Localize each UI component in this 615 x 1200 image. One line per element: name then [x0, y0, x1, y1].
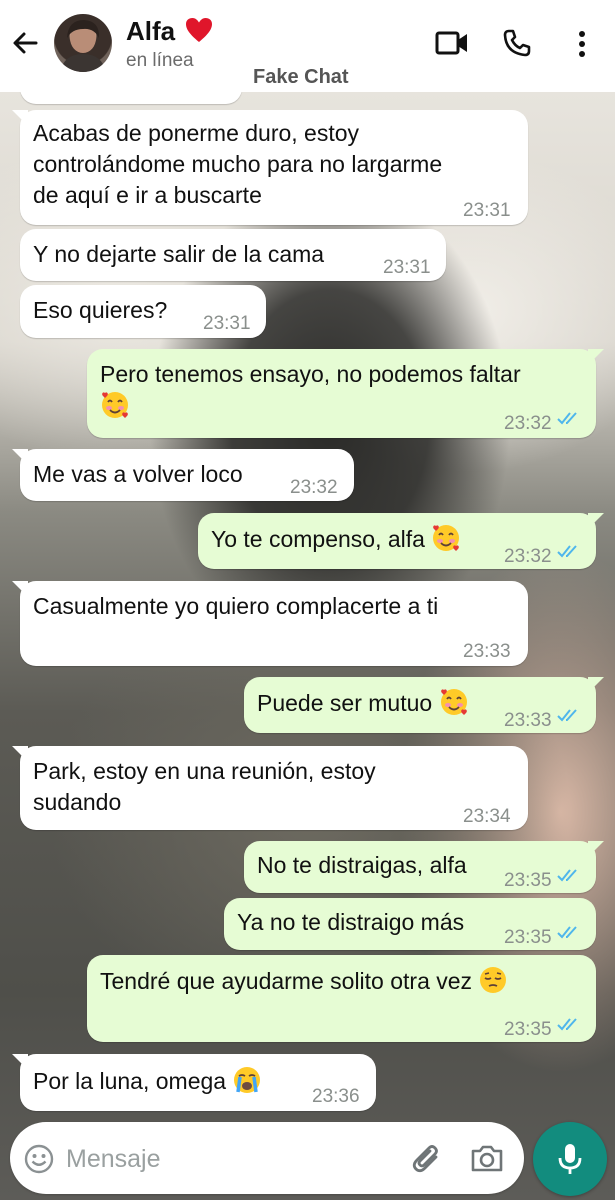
message-time: 23:33	[463, 641, 511, 662]
avatar-photo	[60, 20, 106, 72]
message-text: Tendré que ayudarme solito otra vez	[100, 965, 508, 997]
message-bubble-incoming[interactable]: Eso quieres? 23:31	[20, 285, 266, 338]
chat-header: Alfa en línea Fake Chat	[0, 0, 615, 92]
bubble-tail	[588, 677, 604, 693]
pensive-face-emoji	[480, 967, 507, 993]
message-bubble-incoming[interactable]: Por la luna, omega 23:36	[12, 1054, 376, 1111]
message-time: 23:33	[504, 710, 552, 731]
message-text: Ya no te distraigo más	[237, 909, 465, 935]
message-bubble-outgoing[interactable]: Tendré que ayudarme solito otra vez 23:3…	[87, 955, 596, 1042]
message-bubble-clipped	[20, 92, 242, 104]
message-time: 23:31	[203, 313, 251, 334]
message-time: 23:35	[504, 1019, 552, 1040]
camera-icon[interactable]	[470, 1142, 504, 1174]
message-input[interactable]	[66, 1142, 396, 1176]
message-time: 23:32	[504, 413, 552, 434]
bubble-tail	[588, 349, 604, 365]
message-text: Eso quieres?	[33, 297, 168, 323]
voice-message-button[interactable]	[533, 1122, 607, 1196]
read-receipt-icon	[557, 1018, 577, 1031]
emoji-picker-icon[interactable]	[24, 1144, 54, 1174]
video-call-icon[interactable]	[435, 30, 469, 56]
message-text: Acabas de ponerme duro, estoy controlánd…	[33, 120, 443, 208]
smiling-face-with-hearts-emoji	[440, 689, 467, 715]
avatar[interactable]	[54, 14, 112, 72]
read-receipt-icon	[557, 412, 577, 425]
read-receipt-icon	[557, 869, 577, 882]
loudly-crying-face-emoji	[234, 1067, 261, 1093]
message-text: No te distraigas, alfa	[257, 852, 467, 878]
message-text: Pero tenemos ensayo, no podemos faltar	[100, 359, 521, 422]
smiling-face-with-hearts-emoji	[102, 392, 128, 418]
phone-icon[interactable]	[502, 28, 532, 58]
message-time: 23:31	[463, 200, 511, 221]
smiling-face-with-hearts-emoji	[433, 525, 460, 551]
heart-icon	[186, 18, 212, 42]
message-time: 23:31	[383, 257, 431, 278]
read-receipt-icon	[557, 545, 577, 558]
message-time: 23:32	[504, 546, 552, 567]
bubble-tail	[12, 746, 28, 762]
message-bubble-incoming[interactable]: Park, estoy en una reunión, estoy sudand…	[12, 746, 528, 830]
read-receipt-icon	[557, 926, 577, 939]
message-bubble-incoming[interactable]: Me vas a volver loco 23:32	[12, 449, 354, 501]
contact-status: en línea	[126, 50, 194, 71]
message-text: Puede ser mutuo	[257, 687, 469, 719]
bubble-tail	[12, 581, 28, 597]
microphone-icon	[558, 1144, 582, 1174]
message-time: 23:35	[504, 870, 552, 891]
message-bubble-outgoing[interactable]: No te distraigas, alfa 23:35	[244, 841, 604, 893]
message-composer	[10, 1122, 524, 1194]
paperclip-icon[interactable]	[410, 1140, 444, 1176]
chat-wallpaper: Acabas de ponerme duro, estoy controlánd…	[0, 92, 615, 1200]
message-bubble-outgoing[interactable]: Puede ser mutuo 23:33	[244, 677, 604, 733]
message-time: 23:34	[463, 806, 511, 827]
message-bubble-incoming[interactable]: Acabas de ponerme duro, estoy controlánd…	[12, 110, 528, 225]
watermark-label: Fake Chat	[253, 66, 349, 88]
message-bubble-incoming[interactable]: Casualmente yo quiero complacerte a ti 2…	[12, 581, 528, 666]
more-options-icon[interactable]	[572, 30, 592, 58]
bubble-tail	[588, 841, 604, 857]
message-bubble-outgoing[interactable]: Pero tenemos ensayo, no podemos faltar 2…	[87, 349, 604, 438]
bubble-tail	[12, 449, 28, 465]
message-bubble-outgoing[interactable]: Yo te compenso, alfa 23:32	[198, 513, 604, 569]
message-time: 23:32	[290, 477, 338, 498]
message-text: Por la luna, omega	[33, 1065, 262, 1097]
message-time: 23:36	[312, 1086, 360, 1107]
message-text: Casualmente yo quiero complacerte a ti	[33, 593, 439, 619]
read-receipt-icon	[557, 709, 577, 722]
back-arrow-icon[interactable]	[10, 28, 40, 58]
message-text: Park, estoy en una reunión, estoy sudand…	[33, 758, 376, 815]
message-bubble-outgoing[interactable]: Ya no te distraigo más 23:35	[224, 898, 596, 950]
message-text: Yo te compenso, alfa	[211, 523, 461, 555]
message-bubble-incoming[interactable]: Y no dejarte salir de la cama 23:31	[20, 229, 446, 281]
bubble-tail	[588, 513, 604, 529]
message-text: Y no dejarte salir de la cama	[33, 241, 325, 267]
bubble-tail	[12, 1054, 28, 1070]
message-text: Me vas a volver loco	[33, 461, 243, 487]
message-time: 23:35	[504, 927, 552, 948]
contact-name[interactable]: Alfa	[126, 16, 175, 47]
bubble-tail	[12, 110, 28, 126]
